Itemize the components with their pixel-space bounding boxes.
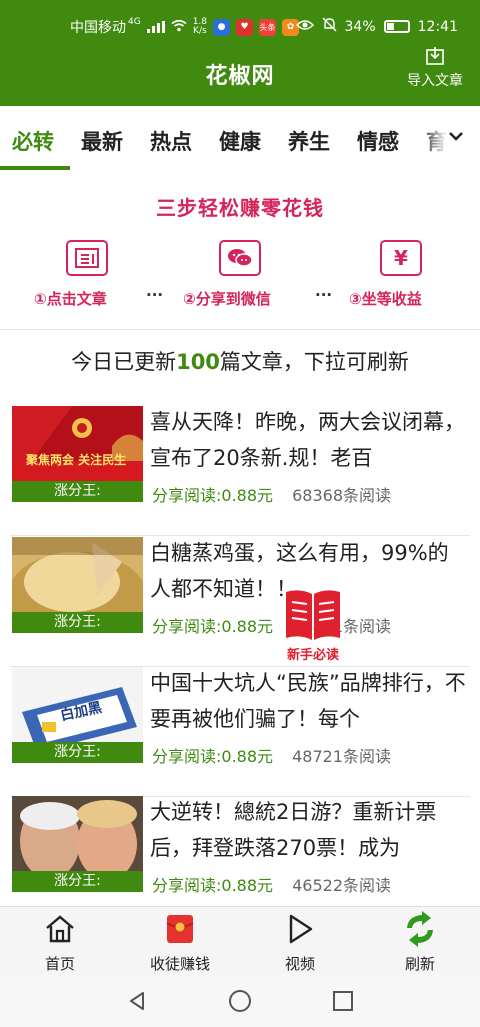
nav-refresh-label: 刷新: [404, 955, 435, 973]
network-type: 4G: [128, 17, 141, 27]
network-speed: 1.8 K/s: [193, 18, 207, 36]
import-label: 导入文章: [407, 73, 463, 89]
article-title[interactable]: 喜从天降！昨晚，两大会议闭幕，宣布了20条新.规！老百: [150, 404, 468, 476]
step-separator: ···: [146, 286, 164, 304]
nav-refresh[interactable]: 刷新: [360, 907, 480, 975]
play-icon: [289, 914, 313, 944]
battery-icon: [383, 20, 410, 33]
red-envelope-icon: [166, 915, 194, 943]
step-3-label[interactable]: ③坐等收益: [349, 288, 422, 309]
update-prefix: 今日已更新: [71, 350, 177, 374]
article-meta: 分享阅读:0.88元 38841条阅读: [152, 613, 391, 637]
article-meta: 分享阅读:0.88元 46522条阅读: [152, 872, 391, 896]
tab-latest[interactable]: 最新: [81, 126, 123, 156]
import-icon: [426, 47, 444, 65]
status-left: 中国移动 4G 1.8 K/s ● ♥ 头条 ✿: [70, 17, 300, 37]
status-right: 34% 12:41: [295, 17, 458, 36]
thumbnail-label: 涨分王:: [12, 612, 143, 633]
tab-hot[interactable]: 热点: [150, 126, 192, 156]
tab-health[interactable]: 健康: [219, 126, 261, 156]
chevron-down-icon[interactable]: [446, 126, 466, 146]
carrier-name: 中国移动: [70, 20, 126, 36]
mute-bell-icon: [322, 17, 337, 36]
signal-icon: [146, 21, 165, 33]
wifi-icon: [171, 19, 187, 36]
yen-icon[interactable]: ¥: [380, 240, 422, 276]
nav-video-label: 视频: [284, 955, 315, 973]
back-icon[interactable]: [126, 990, 148, 1012]
recents-icon[interactable]: [332, 990, 354, 1012]
bottom-nav: 首页 收徒赚钱 视频 刷新: [0, 906, 480, 974]
wechat-icon[interactable]: [219, 240, 261, 276]
tab-bizhuan[interactable]: 必转: [12, 126, 54, 156]
app-screen: 中国移动 4G 1.8 K/s ● ♥ 头条 ✿ 34% 12:41 花椒网 导…: [0, 0, 480, 1027]
step-1-label[interactable]: ①点击文章: [34, 288, 107, 309]
book-icon: [286, 590, 340, 640]
article-item[interactable]: 聚焦两会 关注民生 涨分王: 喜从天降！昨晚，两大会议闭幕，宣布了20条新.规！…: [0, 406, 480, 536]
top-bar: 中国移动 4G 1.8 K/s ● ♥ 头条 ✿ 34% 12:41 花椒网 导…: [0, 0, 480, 106]
share-earnings: 分享阅读:0.88元: [152, 747, 274, 766]
battery-percent: 34%: [344, 18, 376, 35]
thumbnail-label: 涨分王:: [12, 481, 143, 502]
nav-home[interactable]: 首页: [0, 907, 120, 975]
nav-video[interactable]: 视频: [240, 907, 360, 975]
share-earnings: 分享阅读:0.88元: [152, 876, 274, 895]
category-tabs: 必转 最新 热点 健康 养生 情感 育: [0, 106, 480, 170]
status-bar: 中国移动 4G 1.8 K/s ● ♥ 头条 ✿ 34% 12:41: [0, 0, 480, 52]
article-title[interactable]: 中国十大坑人“民族”品牌排行，不要再被他们骗了！每个: [150, 665, 468, 737]
thumbnail-label: 涨分王:: [12, 742, 143, 763]
import-article-button[interactable]: 导入文章: [400, 46, 470, 90]
promo-title: 三步轻松赚零花钱: [156, 196, 324, 220]
nav-recruit[interactable]: 收徒赚钱: [120, 907, 240, 975]
newbie-guide-label: 新手必读: [286, 648, 339, 663]
nav-recruit-label: 收徒赚钱: [149, 955, 210, 973]
refresh-icon: [407, 911, 433, 947]
update-count: 100: [176, 350, 220, 374]
article-item[interactable]: 白加黑 涨分王: 中国十大坑人“民族”品牌排行，不要再被他们骗了！每个 分享阅读…: [0, 667, 480, 797]
home-icon: [46, 915, 74, 943]
tab-wellness[interactable]: 养生: [288, 126, 330, 156]
eye-icon: [295, 19, 314, 35]
thumbnail-caption: 聚焦两会 关注民生: [26, 453, 127, 467]
thumbnail-label: 涨分王:: [12, 871, 143, 892]
read-count: 46522条阅读: [292, 876, 392, 895]
read-count: 48721条阅读: [292, 747, 392, 766]
step-2-label[interactable]: ②分享到微信: [183, 288, 271, 309]
heart-app-icon: ♥: [236, 18, 254, 36]
toutiao-app-icon: 头条: [259, 18, 277, 36]
share-earnings: 分享阅读:0.88元: [152, 617, 274, 636]
newbie-guide-badge[interactable]: 新手必读: [280, 586, 346, 666]
home-circle-icon[interactable]: [228, 989, 252, 1013]
browser-app-icon: ●: [213, 18, 231, 36]
system-nav-bar: [0, 974, 480, 1027]
article-icon[interactable]: [66, 240, 108, 276]
clock: 12:41: [417, 18, 458, 35]
article-title[interactable]: 大逆转！總統2日游？重新计票后，拜登跌落270票！成为: [150, 794, 468, 866]
step-separator: ···: [315, 286, 333, 304]
article-meta: 分享阅读:0.88元 68368条阅读: [152, 482, 391, 506]
update-notice: 今日已更新100篇文章，下拉可刷新: [0, 346, 480, 376]
nav-home-label: 首页: [44, 955, 75, 973]
article-item[interactable]: 涨分王: 白糖蒸鸡蛋，这么有用，99%的人都不知道！！ 分享阅读:0.88元 3…: [0, 537, 480, 667]
read-count: 68368条阅读: [292, 486, 392, 505]
speed-unit: K/s: [193, 26, 207, 36]
article-meta: 分享阅读:0.88元 48721条阅读: [152, 743, 391, 767]
update-suffix: 篇文章，下拉可刷新: [219, 350, 409, 374]
tab-emotion[interactable]: 情感: [357, 126, 399, 156]
promo-banner: 三步轻松赚零花钱 ¥ ①点击文章 ··· ②分享到微信 ··· ③坐等收益: [0, 170, 480, 330]
share-earnings: 分享阅读:0.88元: [152, 486, 274, 505]
